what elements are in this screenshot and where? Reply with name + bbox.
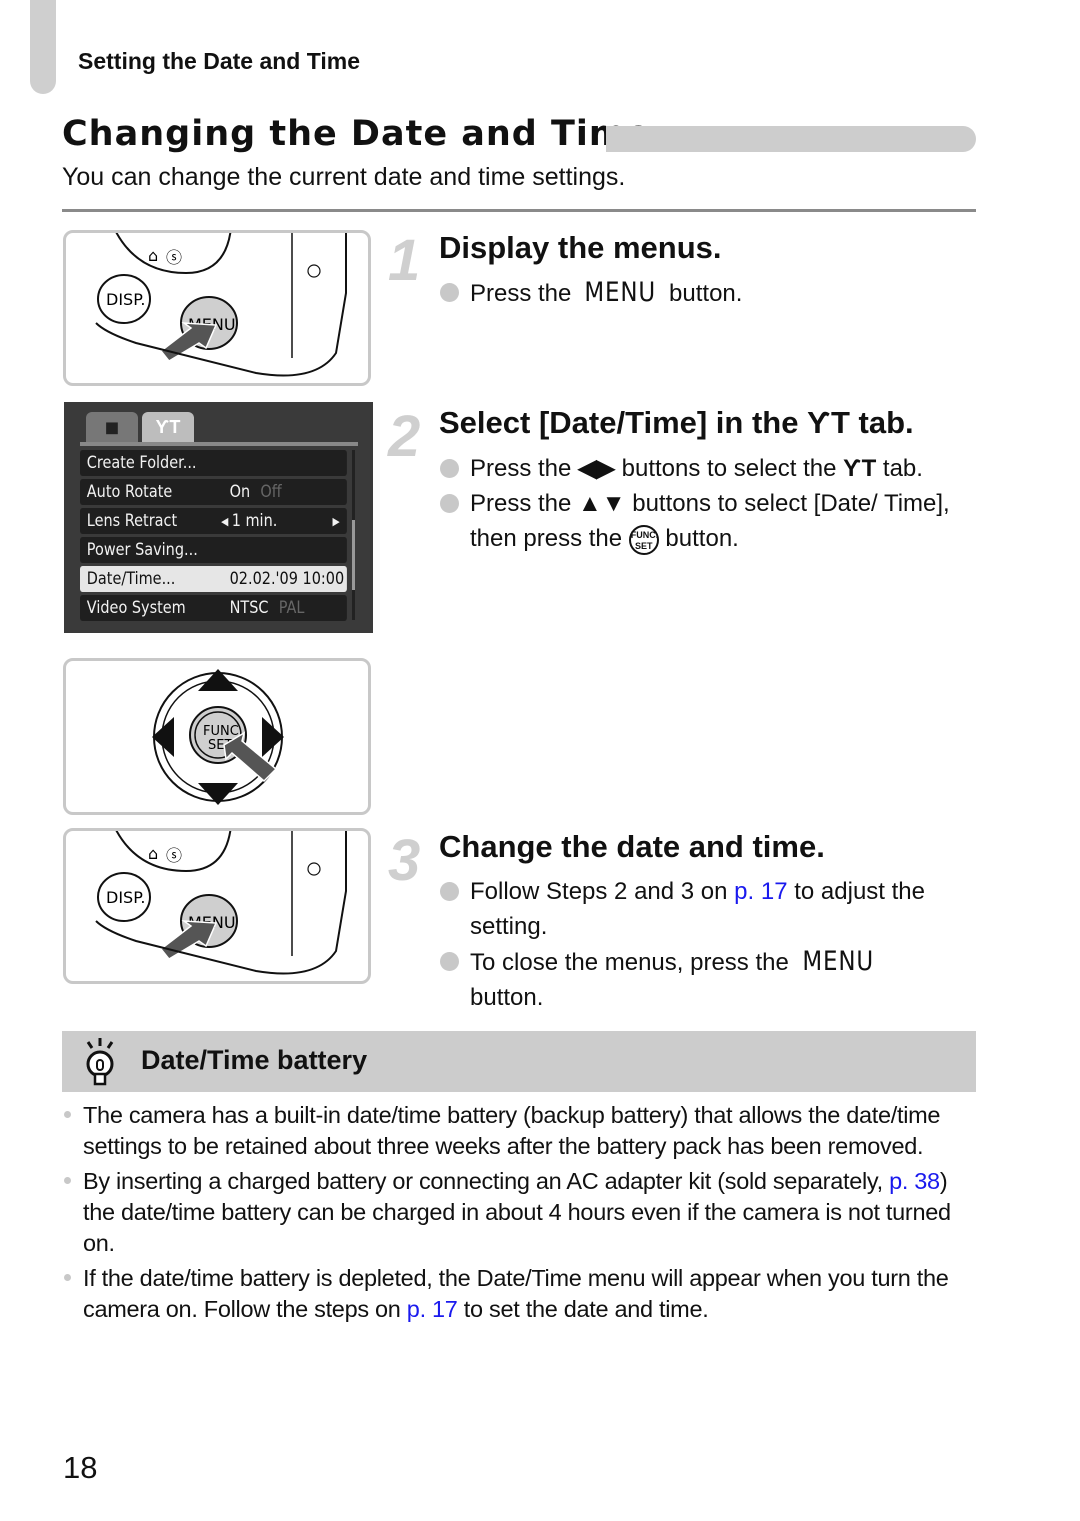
menu-row-create-folder[interactable]: Create Folder... [80,450,347,476]
self-timer-icon: ⓢ [166,846,182,865]
bullet-icon [64,1177,71,1184]
trash-icon: ⌂ [148,844,158,863]
down-arrow-icon [198,783,238,805]
running-head: Setting the Date and Time [78,48,361,74]
lightbulb-icon [80,1036,120,1093]
side-tab-marker [30,0,56,94]
menu-row-date-time[interactable]: Date/Time... 02.02.'09 10:00 [80,566,347,592]
left-right-arrows-icon: ◀▶ [578,455,615,482]
list-item: Press the ◀▶ buttons to select the ƳT ta… [440,451,985,486]
tip-title: Date/Time battery [141,1045,368,1075]
wrench-hammer-icon: ƳT [843,455,877,482]
menu-button-glyph: MENU [801,946,874,977]
wrench-hammer-icon: ƳT [155,416,181,437]
list-item: The camera has a built-in date/time batt… [62,1100,982,1162]
list-item: Press the MENU button. [440,275,985,311]
list-item: By inserting a charged battery or connec… [62,1166,982,1259]
right-arrow-icon: ▶ [332,514,340,528]
step-2-number: 2 [388,404,421,469]
menu-row-lens-retract[interactable]: Lens Retract ◀ 1 min. ▶ [80,508,347,534]
menu-row-auto-rotate[interactable]: Auto Rotate On Off [80,479,347,505]
up-down-arrows-icon: ▲▼ [578,490,626,517]
camera-menu-button-illustration: ⌂ ⓢ DISP. MENU [63,230,371,386]
step-1-bullets: Press the MENU button. [440,275,985,311]
self-timer-icon: ⓢ [166,248,182,267]
title-decor-bar [606,126,976,152]
page-link-38[interactable]: p. 38 [889,1168,940,1194]
tip-list: The camera has a built-in date/time batt… [62,1100,982,1329]
page-link-17[interactable]: p. 17 [734,878,787,905]
step-3-title: Change the date and time. [439,829,825,864]
camera-menu-screen: ◼ ƳT Create Folder... Auto Rotate On Off… [64,402,373,633]
left-arrow-icon: ◀ [221,514,229,528]
bullet-icon [440,459,459,478]
page-link-17[interactable]: p. 17 [407,1296,458,1322]
camera-tab[interactable]: ◼ [86,412,138,442]
step-1-number: 1 [388,228,421,293]
bullet-icon [64,1274,71,1281]
trash-icon: ⌂ [148,246,158,265]
step-2-title: Select [Date/Time] in the ƳT tab. [439,405,914,440]
screw-icon [307,862,321,876]
section-title: Changing the Date and Time [62,114,652,154]
bullet-icon [440,494,459,513]
list-item: Press the ▲▼ buttons to select [Date/ Ti… [440,486,985,556]
bullet-icon [64,1111,71,1118]
page-number: 18 [63,1450,98,1485]
bullet-icon [440,283,459,302]
up-arrow-icon [198,669,238,691]
menu-row-power-saving[interactable]: Power Saving... [80,537,347,563]
list-item: Follow Steps 2 and 3 on p. 17 to adjust … [440,874,950,944]
menu-row-video-system[interactable]: Video System NTSC PAL [80,595,347,621]
step-2-bullets: Press the ◀▶ buttons to select the ƳT ta… [440,451,985,556]
disp-button-label: DISP. [106,290,145,309]
func-set-icon: FUNC. SET [628,524,659,555]
camera-menu-button-illustration-2: ⌂ ⓢ DISP. MENU [63,828,371,984]
control-dial-illustration: FUNC. SET [63,658,371,815]
disp-button-label: DISP. [106,888,145,907]
camera-icon: ◼ [104,416,120,437]
screw-icon [307,264,321,278]
list-item: If the date/time battery is depleted, th… [62,1263,982,1325]
step-3-number: 3 [388,828,421,893]
menu-scroll-thumb[interactable] [352,520,355,590]
step-3-bullets: Follow Steps 2 and 3 on p. 17 to adjust … [440,874,950,1015]
section-intro: You can change the current date and time… [62,163,626,191]
bullet-icon [440,882,459,901]
wrench-hammer-icon: ƳT [807,405,850,440]
settings-tab[interactable]: ƳT [142,412,194,442]
divider [62,209,976,212]
bullet-icon [440,952,459,971]
list-item: To close the menus, press the MENU butto… [440,944,950,1015]
step-1-title: Display the menus. [439,230,722,265]
menu-button-glyph: MENU [584,277,657,308]
